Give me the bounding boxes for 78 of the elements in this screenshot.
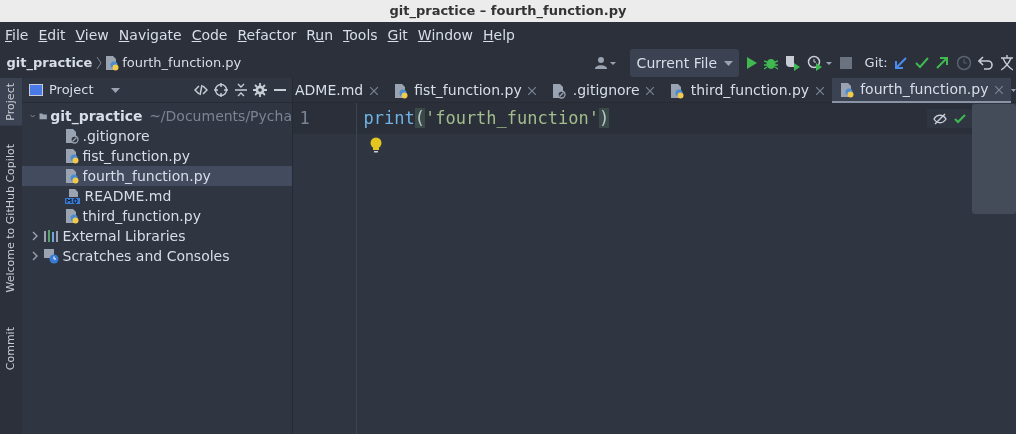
editor-tab[interactable]: ADME.md [293,78,386,103]
python-file-icon [65,148,80,165]
tree-item[interactable]: .gitignore [22,126,292,147]
menu-item[interactable]: Run [301,24,339,46]
translate-icon[interactable] [1000,55,1013,71]
update-arrow-icon[interactable] [894,56,909,70]
tree-item[interactable]: External Libraries [22,226,292,247]
caret-icon [723,60,733,66]
menu-item[interactable]: View [70,24,114,46]
editor-tab[interactable]: fist_function.py [385,78,545,103]
check-icon[interactable] [914,56,929,70]
markdown-file-icon [65,188,82,205]
tree-item[interactable]: fist_function.py [22,146,292,167]
close-icon[interactable] [369,86,378,95]
code-icon[interactable] [193,84,208,96]
tree-item[interactable]: README.md [22,186,292,207]
close-icon[interactable] [646,86,655,95]
menu-item[interactable]: Help [478,24,520,46]
editor-tab[interactable]: third_function.py [662,78,832,103]
python-file-icon [104,55,119,71]
tree-item[interactable]: fourth_function.py [22,166,292,187]
editor-tab[interactable]: fourth_function.py [831,78,1011,103]
collapse-icon[interactable] [234,83,247,97]
check-icon[interactable] [953,113,966,124]
libraries-icon [43,229,60,244]
caret-icon [110,87,120,93]
breadcrumb-item[interactable]: fourth_function.py [122,53,242,73]
editor-tab[interactable]: .gitignore [544,78,663,103]
coverage-icon[interactable] [784,55,801,71]
menu-item[interactable]: Git [382,24,413,46]
side-tab[interactable]: Project [0,78,22,126]
tree-item[interactable]: Scratches and Consoles [22,246,292,267]
menu-item[interactable]: Tools [338,24,383,46]
side-tab[interactable]: Commit [0,322,22,376]
line-number: 1 [299,106,310,130]
window-icon [28,84,43,96]
python-file-icon [839,81,854,98]
ignored-file-icon [65,128,80,145]
breadcrumb-item[interactable]: git_practice [6,53,93,73]
run-icon[interactable] [745,56,758,70]
scratches-icon [43,248,60,265]
caret-icon[interactable] [1010,87,1016,93]
close-icon[interactable] [815,86,824,95]
python-file-icon [65,168,80,185]
menu-item[interactable]: Refactor [232,24,302,46]
tree-item[interactable]: third_function.py [22,206,292,227]
window-title: git_practice – fourth_function.py [389,2,627,21]
settings-icon[interactable] [253,83,267,97]
python-file-icon [65,208,80,225]
folder-path: ~/Documents/Pycha [149,106,292,126]
menu-item[interactable]: File [0,24,34,46]
stop-icon[interactable] [839,57,852,69]
chevron-icon [95,56,102,70]
menu-item[interactable]: Code [186,24,233,46]
eye-slash-icon[interactable] [933,112,947,125]
profiler-icon[interactable] [807,55,834,71]
tree-item[interactable]: git_practice ~/Documents/Pycha [22,106,292,127]
close-icon[interactable] [528,86,537,95]
scrollbar-thumb[interactable] [972,104,1016,214]
push-arrow-icon[interactable] [935,56,950,70]
git-label: Git: [864,54,888,73]
menu-item[interactable]: Navigate [113,24,187,46]
python-file-icon [393,82,408,99]
user-icon[interactable] [595,56,618,70]
minimize-icon[interactable] [273,89,286,91]
menu-item[interactable]: Window [412,24,479,46]
menu-item[interactable]: Edit [33,24,71,46]
code-line: print('fourth_function') [363,106,610,130]
undo-icon[interactable] [978,56,995,70]
lightbulb-icon[interactable] [370,137,382,154]
run-configuration-dropdown[interactable]: Current File [630,49,740,77]
ignored-file-icon [552,82,567,99]
target-icon[interactable] [214,83,228,97]
bug-icon[interactable] [764,56,779,70]
close-icon[interactable] [994,85,1003,94]
python-file-icon [670,82,685,99]
panel-title-dropdown[interactable]: Project [28,80,120,100]
side-tab[interactable]: Welcome to GitHub Copilot [0,138,22,298]
